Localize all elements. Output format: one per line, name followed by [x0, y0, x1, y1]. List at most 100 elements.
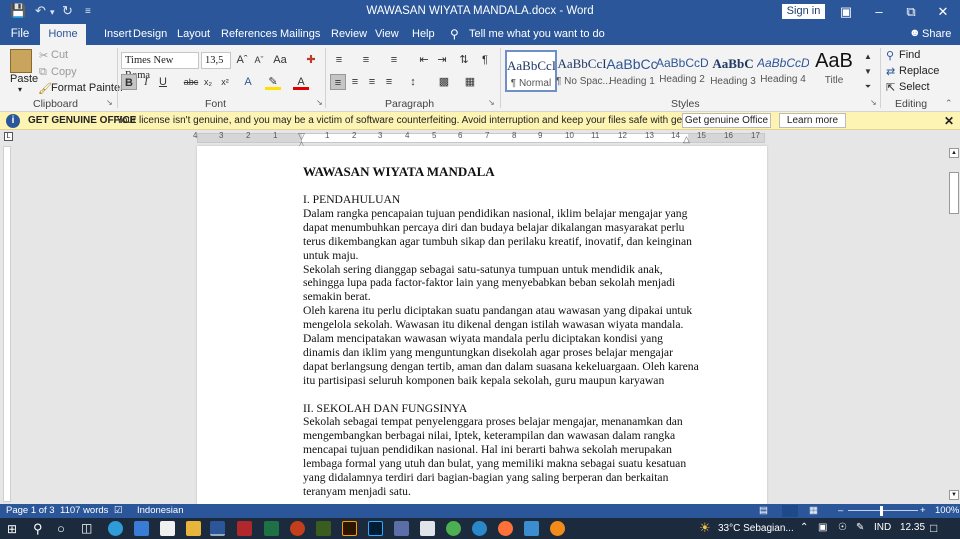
scroll-thumb[interactable] [949, 172, 959, 214]
search-icon[interactable]: ⚲ [33, 521, 43, 537]
format-painter-icon[interactable]: 🖌 [38, 82, 52, 95]
tray-icon-1[interactable]: ▣ [818, 522, 827, 533]
notification-icon[interactable]: □ [930, 521, 937, 535]
acrobat-icon[interactable] [237, 521, 252, 536]
tray-chevron-icon[interactable]: ⌃ [800, 522, 808, 533]
replace-icon[interactable]: ⇄ [886, 65, 895, 78]
close-message-icon[interactable]: ✕ [944, 112, 954, 130]
photoshop-icon[interactable] [368, 521, 383, 536]
word-count[interactable]: 1107 words [60, 504, 108, 518]
zoom-slider-thumb[interactable] [880, 506, 883, 516]
document-line[interactable]: Sekolah sering dianggap sebagai satu-sat… [303, 263, 663, 277]
paste-button[interactable]: Paste [10, 73, 38, 85]
select-button[interactable]: Select [899, 81, 930, 93]
tab-review[interactable]: Review [331, 28, 367, 40]
document-line[interactable]: mengembangkan berbagai nilai, Iptek, ket… [303, 429, 675, 443]
paragraph-launcher-icon[interactable]: ↘ [488, 98, 495, 107]
section-heading[interactable]: I. PENDAHULUAN [303, 193, 400, 207]
replace-button[interactable]: Replace [899, 65, 939, 77]
document-line[interactable]: Dalam mencipatakan wawasan wiyata mandal… [303, 332, 663, 346]
zoom-slider[interactable] [848, 510, 918, 511]
word-taskbar-icon[interactable] [210, 521, 225, 536]
zoom-out-icon[interactable]: – [838, 504, 843, 518]
weather-icon[interactable]: ☀ [699, 520, 711, 536]
paste-dropdown-icon[interactable]: ▾ [18, 85, 22, 94]
font-name-combo[interactable]: Times New Roma [121, 52, 199, 81]
font-size-combo[interactable]: 13,5 [201, 52, 231, 69]
tab-view[interactable]: View [375, 28, 399, 40]
tab-layout[interactable]: Layout [177, 28, 210, 40]
select-icon[interactable]: ⇱ [886, 81, 895, 94]
document-line[interactable]: itu partisipasi seluruh komponen baik ke… [303, 374, 664, 388]
app-icon-c[interactable] [446, 521, 461, 536]
font-launcher-icon[interactable]: ↘ [316, 98, 323, 107]
style-heading-4[interactable]: AaBbCcD Heading 4 [757, 50, 809, 92]
numbering-icon[interactable]: ≡ [358, 52, 374, 68]
font-color-icon[interactable]: A [293, 74, 309, 90]
style-no-spacing[interactable]: AaBbCcI ¶ No Spac... [556, 50, 611, 92]
app-icon-e[interactable] [524, 521, 539, 536]
paste-icon[interactable] [10, 49, 32, 73]
collapse-ribbon-icon[interactable]: ⌃ [945, 98, 953, 109]
document-line[interactable]: Dalam rangka pencapaian tujuan pendidika… [303, 207, 687, 221]
align-center-button[interactable]: ≡ [347, 74, 363, 90]
bullets-icon[interactable]: ≡ [331, 52, 347, 68]
style-heading-2[interactable]: AaBbCcD Heading 2 [656, 50, 708, 92]
excel-icon[interactable] [264, 521, 279, 536]
document-line[interactable]: teranyam menjadi satu. [303, 485, 411, 499]
weather-text[interactable]: 33°C Sebagian... [718, 523, 794, 534]
style-heading-1[interactable]: AaBbCc Heading 1 [606, 50, 658, 92]
format-painter-button[interactable]: Format Painter [51, 82, 124, 94]
subscript-button[interactable]: x₂ [200, 74, 216, 90]
document-line[interactable]: yang didalamnya terdiri dari bagian-bagi… [303, 471, 668, 485]
strikethrough-button[interactable]: abc [183, 74, 199, 90]
illustrator-icon[interactable] [342, 521, 357, 536]
powerpoint-icon[interactable] [290, 521, 305, 536]
find-button[interactable]: Find [899, 49, 920, 61]
vertical-scrollbar[interactable]: ▲ ▼ [948, 146, 960, 504]
document-title[interactable]: WAWASAN WIYATA MANDALA [303, 165, 495, 179]
document-line[interactable]: dapat menumbuhkan percaya diri dan buday… [303, 221, 684, 235]
underline-button[interactable]: U [155, 74, 171, 90]
document-line[interactable]: terus dikembangkan agar tumbuh sikap dan… [303, 235, 692, 249]
web-layout-icon[interactable]: ▦ [809, 504, 818, 518]
shading-icon[interactable]: ▩ [436, 74, 452, 90]
highlight-icon[interactable]: ✎ [265, 74, 281, 90]
get-genuine-office-button[interactable]: Get genuine Office [682, 113, 771, 128]
italic-button[interactable]: I [138, 74, 154, 90]
language-tray[interactable]: IND [874, 522, 891, 533]
edge-icon[interactable] [108, 521, 123, 536]
copy-icon[interactable]: ⧉ [39, 66, 47, 79]
document-line[interactable]: dinamis dan iklim yang menguntungkan dis… [303, 346, 673, 360]
share-icon[interactable]: ☻ [909, 27, 921, 39]
tab-design[interactable]: Design [133, 28, 167, 40]
increase-indent-icon[interactable]: ⇥ [434, 52, 450, 68]
document-line[interactable]: sehingga lupa pada factor-faktor lain ya… [303, 276, 675, 290]
cut-button[interactable]: Cut [51, 49, 68, 61]
scroll-up-icon[interactable]: ▲ [949, 148, 959, 158]
sort-icon[interactable]: ⇅ [456, 52, 472, 68]
scroll-down-icon[interactable]: ▼ [949, 490, 959, 500]
text-effects-icon[interactable]: A [240, 74, 256, 90]
minimize-button[interactable]: – [864, 2, 894, 22]
styles-scroll-up-icon[interactable]: ▲ [860, 49, 876, 65]
close-button[interactable]: ✕ [928, 2, 958, 22]
app-icon-b[interactable] [420, 521, 435, 536]
right-indent-icon[interactable]: △ [683, 134, 690, 145]
clock[interactable]: 12.35 [900, 522, 925, 533]
style-normal[interactable]: AaBbCcI ¶ Normal [505, 50, 557, 92]
pen-icon[interactable]: ✎ [856, 522, 864, 533]
grow-font-icon[interactable]: Aˆ [234, 52, 250, 68]
styles-scroll-down-icon[interactable]: ▼ [860, 64, 876, 80]
wifi-icon[interactable]: ☉ [838, 522, 847, 533]
print-layout-icon[interactable] [782, 505, 798, 517]
zoom-level[interactable]: 100% [935, 504, 959, 518]
cut-icon[interactable]: ✂ [39, 49, 48, 62]
decrease-indent-icon[interactable]: ⇤ [416, 52, 432, 68]
explorer-icon[interactable] [186, 521, 201, 536]
line-spacing-icon[interactable]: ↕ [405, 74, 421, 90]
start-icon[interactable]: ⊞ [7, 522, 17, 536]
copy-button[interactable]: Copy [51, 66, 77, 78]
language-status[interactable]: Indonesian [137, 504, 183, 518]
cortana-icon[interactable]: ○ [57, 521, 65, 536]
